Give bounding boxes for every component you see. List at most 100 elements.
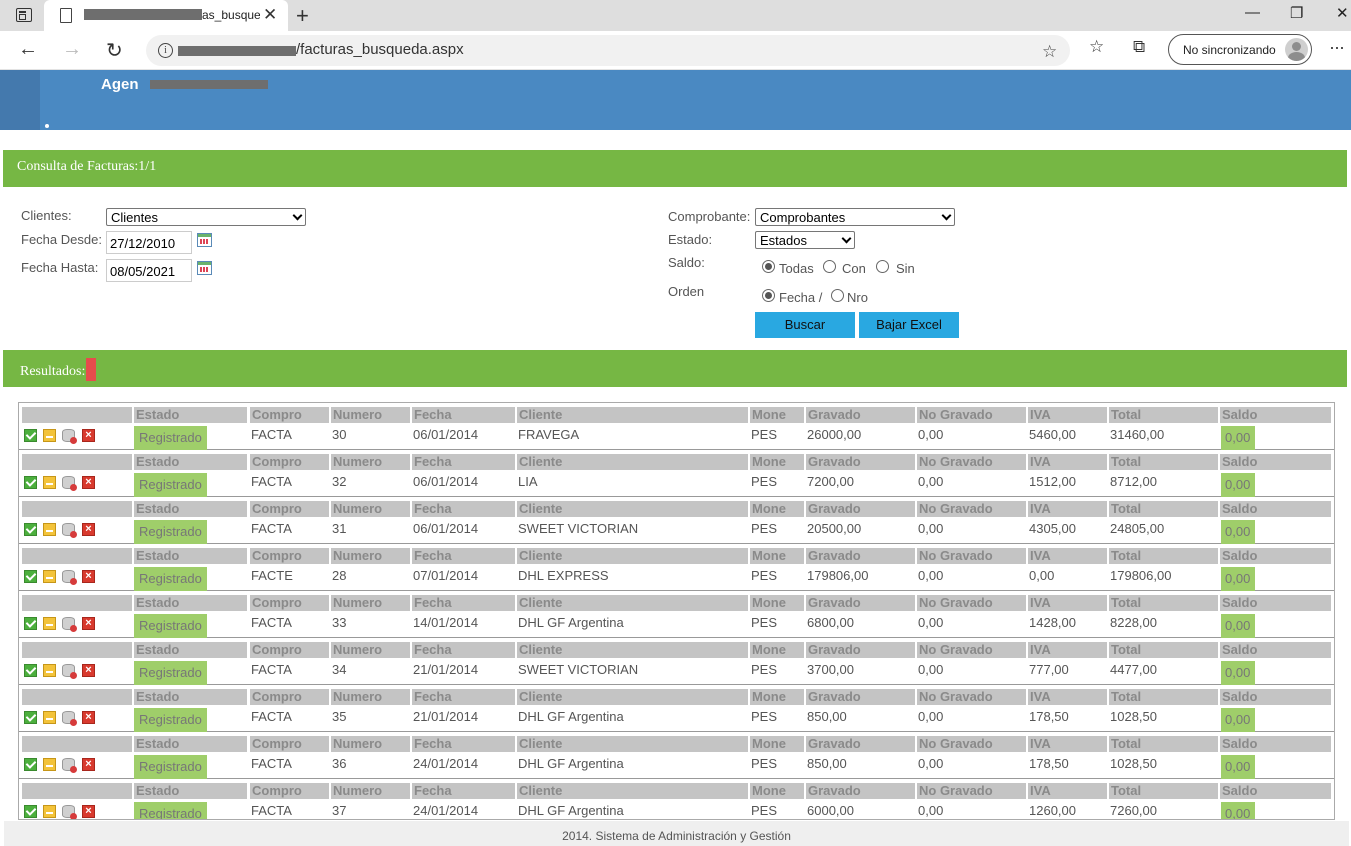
forward-button[interactable]: → bbox=[62, 38, 82, 61]
buscar-button[interactable]: Buscar bbox=[755, 312, 855, 338]
header-stripe bbox=[0, 70, 40, 130]
close-window-button[interactable]: ✕ bbox=[1336, 4, 1349, 22]
site-info-icon[interactable]: i bbox=[158, 43, 173, 58]
document-icon[interactable] bbox=[43, 523, 56, 536]
check-icon[interactable] bbox=[24, 664, 37, 677]
column-header: No Gravado bbox=[917, 783, 1026, 799]
check-icon[interactable] bbox=[24, 711, 37, 724]
cell-no-gravado: 0,00 bbox=[918, 803, 944, 818]
delete-icon[interactable]: × bbox=[82, 429, 95, 442]
fecha-desde-input[interactable]: 27/12/2010 bbox=[106, 231, 192, 254]
saldo-sin-radio[interactable] bbox=[876, 260, 889, 273]
check-icon[interactable] bbox=[24, 523, 37, 536]
cell-no-gravado: 0,00 bbox=[918, 615, 944, 630]
cell-iva: 178,50 bbox=[1029, 756, 1069, 771]
favorites-icon[interactable]: ☆ bbox=[1089, 37, 1104, 57]
cell-mone: PES bbox=[751, 474, 778, 489]
header-dot bbox=[45, 124, 49, 128]
document-icon[interactable] bbox=[43, 617, 56, 630]
column-header: Saldo bbox=[1220, 642, 1331, 658]
database-remove-icon[interactable] bbox=[62, 664, 77, 679]
document-icon[interactable] bbox=[43, 664, 56, 677]
clientes-select[interactable]: Clientes bbox=[106, 208, 306, 226]
database-remove-icon[interactable] bbox=[62, 617, 77, 632]
delete-icon[interactable]: × bbox=[82, 617, 95, 630]
column-header-actions bbox=[22, 407, 132, 423]
new-tab-button[interactable]: + bbox=[296, 3, 309, 29]
estado-select[interactable]: Estados bbox=[755, 231, 855, 249]
check-icon[interactable] bbox=[24, 429, 37, 442]
bajar-excel-button[interactable]: Bajar Excel bbox=[859, 312, 959, 338]
database-remove-icon[interactable] bbox=[62, 570, 77, 585]
browser-tab[interactable]: as_busque ✕ bbox=[44, 0, 288, 31]
minimize-button[interactable]: — bbox=[1245, 4, 1260, 21]
orden-nro-radio[interactable] bbox=[831, 289, 844, 302]
cell-iva: 1260,00 bbox=[1029, 803, 1076, 818]
column-header: Saldo bbox=[1220, 689, 1331, 705]
more-menu-icon[interactable]: ··· bbox=[1329, 37, 1345, 58]
cell-mone: PES bbox=[751, 662, 778, 677]
tab-title-text: as_busque bbox=[202, 8, 260, 22]
browser-tab-bar: as_busque ✕ + — ❐ ✕ bbox=[0, 0, 1351, 31]
column-header: Compro bbox=[250, 783, 329, 799]
fecha-desde-label: Fecha Desde: bbox=[21, 232, 102, 247]
cell-gravado: 20500,00 bbox=[807, 521, 862, 536]
orden-fecha-radio[interactable] bbox=[762, 289, 775, 302]
url-text[interactable]: /facturas_busqueda.aspx bbox=[296, 41, 464, 58]
document-icon[interactable] bbox=[43, 711, 56, 724]
column-header: Gravado bbox=[806, 642, 915, 658]
database-remove-icon[interactable] bbox=[62, 758, 77, 773]
document-icon[interactable] bbox=[43, 758, 56, 771]
column-header: Estado bbox=[134, 454, 247, 470]
tab-actions-icon[interactable] bbox=[16, 8, 32, 22]
column-header: No Gravado bbox=[917, 595, 1026, 611]
cell-no-gravado: 0,00 bbox=[918, 474, 944, 489]
check-icon[interactable] bbox=[24, 476, 37, 489]
fecha-hasta-input[interactable]: 08/05/2021 bbox=[106, 259, 192, 282]
delete-icon[interactable]: × bbox=[82, 664, 95, 677]
check-icon[interactable] bbox=[24, 758, 37, 771]
delete-icon[interactable]: × bbox=[82, 523, 95, 536]
check-icon[interactable] bbox=[24, 617, 37, 630]
check-icon[interactable] bbox=[24, 570, 37, 583]
redacted-mask bbox=[178, 46, 296, 56]
sync-status: No sincronizando bbox=[1183, 43, 1276, 57]
document-icon[interactable] bbox=[43, 476, 56, 489]
column-header: Gravado bbox=[806, 454, 915, 470]
collections-icon[interactable]: ⧉ bbox=[1133, 37, 1145, 57]
check-icon[interactable] bbox=[24, 805, 37, 818]
database-remove-icon[interactable] bbox=[62, 805, 77, 819]
url-field[interactable]: i /facturas_busqueda.aspx ☆ bbox=[146, 35, 1070, 66]
calendar-icon[interactable] bbox=[197, 233, 212, 247]
cell-mone: PES bbox=[751, 568, 778, 583]
comprobante-select[interactable]: Comprobantes bbox=[755, 208, 955, 226]
document-icon[interactable] bbox=[43, 570, 56, 583]
database-remove-icon[interactable] bbox=[62, 711, 77, 726]
maximize-button[interactable]: ❐ bbox=[1290, 4, 1303, 22]
add-favorite-icon[interactable]: ☆ bbox=[1042, 42, 1057, 62]
tab-title: as_busque bbox=[84, 8, 260, 22]
database-remove-icon[interactable] bbox=[62, 476, 77, 491]
database-remove-icon[interactable] bbox=[62, 523, 77, 538]
saldo-con-radio[interactable] bbox=[823, 260, 836, 273]
delete-icon[interactable]: × bbox=[82, 758, 95, 771]
document-icon[interactable] bbox=[43, 805, 56, 818]
column-header: Estado bbox=[134, 595, 247, 611]
delete-icon[interactable]: × bbox=[82, 476, 95, 489]
delete-icon[interactable]: × bbox=[82, 805, 95, 818]
delete-icon[interactable]: × bbox=[82, 570, 95, 583]
profile-button[interactable]: No sincronizando bbox=[1168, 34, 1312, 65]
document-icon[interactable] bbox=[43, 429, 56, 442]
saldo-todas-radio[interactable] bbox=[762, 260, 775, 273]
column-header: Mone bbox=[750, 407, 804, 423]
redacted-mask bbox=[84, 9, 202, 20]
delete-icon[interactable]: × bbox=[82, 711, 95, 724]
refresh-button[interactable]: ↻ bbox=[106, 38, 123, 63]
column-header-actions bbox=[22, 783, 132, 799]
database-remove-icon[interactable] bbox=[62, 429, 77, 444]
calendar-icon[interactable] bbox=[197, 261, 212, 275]
back-button[interactable]: ← bbox=[18, 38, 38, 61]
cell-cliente: SWEET VICTORIAN bbox=[518, 662, 639, 677]
tab-close-icon[interactable]: ✕ bbox=[263, 5, 277, 25]
address-bar: ← → ↻ i /facturas_busqueda.aspx ☆ ☆ ⧉ No… bbox=[0, 31, 1351, 70]
